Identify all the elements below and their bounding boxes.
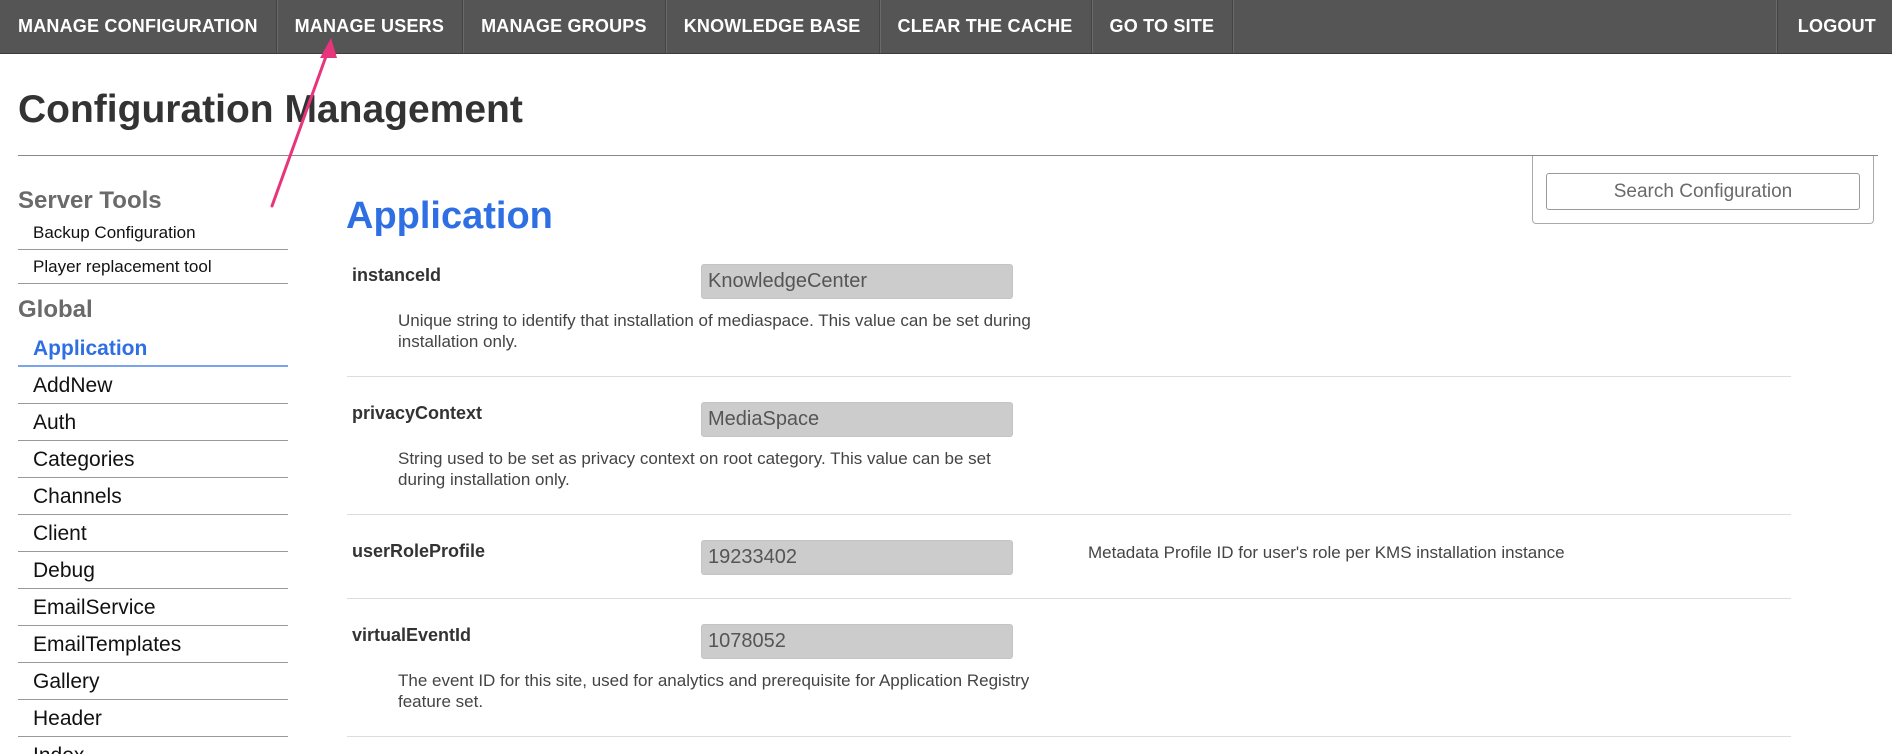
section-title: Application xyxy=(346,195,553,237)
sidebar-item-emailtemplates[interactable]: EmailTemplates xyxy=(18,626,288,663)
config-description: Unique string to identify that installat… xyxy=(398,311,1031,351)
nav-manage-groups[interactable]: MANAGE GROUPS xyxy=(463,0,666,53)
search-panel xyxy=(1532,156,1874,224)
sidebar-item-auth[interactable]: Auth xyxy=(18,404,288,441)
config-value-field[interactable] xyxy=(701,624,1013,659)
config-row-userroleprofile: userRoleProfile Metadata Profile ID for … xyxy=(347,515,1791,599)
config-key: privacyContext xyxy=(352,403,483,423)
config-list: instanceId Unique string to identify tha… xyxy=(347,250,1791,737)
config-value-field[interactable] xyxy=(701,264,1013,299)
config-description: The event ID for this site, used for ana… xyxy=(398,671,1030,711)
nav-clear-the-cache[interactable]: CLEAR THE CACHE xyxy=(880,0,1092,53)
nav-manage-users[interactable]: MANAGE USERS xyxy=(277,0,464,53)
sidebar-item-player-replacement-tool[interactable]: Player replacement tool xyxy=(18,250,288,284)
sidebar-item-debug[interactable]: Debug xyxy=(18,552,288,589)
sidebar-item-emailservice[interactable]: EmailService xyxy=(18,589,288,626)
config-value-field[interactable] xyxy=(701,402,1013,437)
top-navigation: MANAGE CONFIGURATION MANAGE USERS MANAGE… xyxy=(0,0,1892,54)
sidebar: Server Tools Backup Configuration Player… xyxy=(18,186,288,754)
sidebar-item-backup-configuration[interactable]: Backup Configuration xyxy=(18,216,288,250)
search-configuration-input[interactable] xyxy=(1546,173,1860,210)
sidebar-item-gallery[interactable]: Gallery xyxy=(18,663,288,700)
config-key: userRoleProfile xyxy=(352,541,486,561)
sidebar-item-application[interactable]: Application xyxy=(18,330,288,367)
sidebar-heading-global: Global xyxy=(18,296,93,323)
config-key: virtualEventId xyxy=(352,625,472,645)
config-row-privacycontext: privacyContext String used to be set as … xyxy=(347,377,1791,515)
nav-manage-configuration[interactable]: MANAGE CONFIGURATION xyxy=(0,0,277,53)
config-description: Metadata Profile ID for user's role per … xyxy=(1088,543,1565,562)
sidebar-item-addnew[interactable]: AddNew xyxy=(18,367,288,404)
nav-go-to-site[interactable]: GO TO SITE xyxy=(1092,0,1234,53)
config-key: instanceId xyxy=(352,265,442,285)
sidebar-item-channels[interactable]: Channels xyxy=(18,478,288,515)
sidebar-heading-server-tools: Server Tools xyxy=(18,187,162,214)
sidebar-item-categories[interactable]: Categories xyxy=(18,441,288,478)
sidebar-item-client[interactable]: Client xyxy=(18,515,288,552)
nav-knowledge-base[interactable]: KNOWLEDGE BASE xyxy=(666,0,880,53)
config-row-instanceid: instanceId Unique string to identify tha… xyxy=(347,250,1791,377)
sidebar-item-header[interactable]: Header xyxy=(18,700,288,737)
config-value-field[interactable] xyxy=(701,540,1013,575)
config-row-virtualeventid: virtualEventId The event ID for this sit… xyxy=(347,599,1791,737)
config-description: String used to be set as privacy context… xyxy=(398,449,991,489)
page-title: Configuration Management xyxy=(18,88,523,131)
sidebar-item-index[interactable]: Index xyxy=(18,737,288,754)
logout-button[interactable]: LOGOUT xyxy=(1776,0,1892,53)
